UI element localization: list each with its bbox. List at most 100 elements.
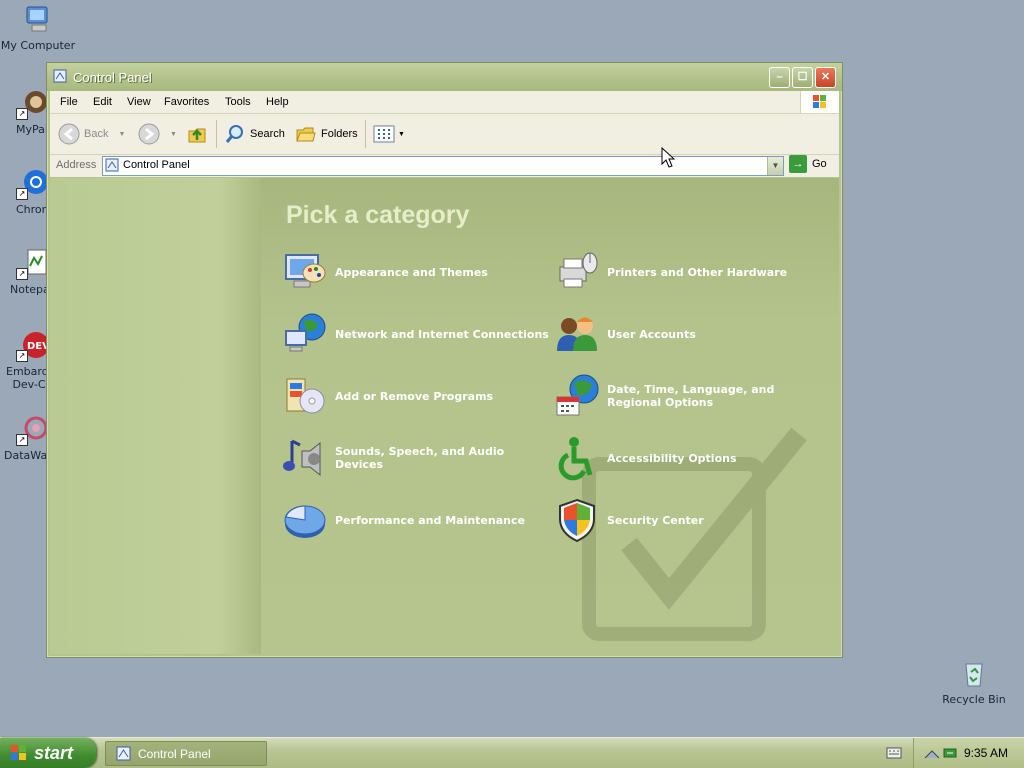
shortcut-arrow-icon: ↗ — [16, 108, 28, 120]
title-bar[interactable]: Control Panel – ☐ ✕ — [47, 63, 842, 91]
category-security-center[interactable]: Security Center — [554, 497, 824, 543]
control-panel-icon — [53, 69, 67, 83]
category-accessibility-options[interactable]: Accessibility Options — [554, 435, 824, 481]
category-add-remove-programs[interactable]: Add or Remove Programs — [282, 373, 552, 419]
views-button[interactable]: ▼ — [372, 123, 405, 145]
menu-view[interactable]: View — [127, 96, 151, 108]
back-dropdown-icon[interactable]: ▼ — [118, 131, 125, 138]
mouse-cursor-icon — [661, 147, 675, 168]
page-title: Pick a category — [286, 201, 470, 229]
category-appearance-themes[interactable]: Appearance and Themes — [282, 249, 552, 295]
minimize-button[interactable]: – — [769, 67, 790, 88]
performance-icon — [282, 497, 328, 543]
category-sounds-speech-audio[interactable]: Sounds, Speech, and Audio Devices — [282, 435, 552, 481]
category-label: Performance and Maintenance — [335, 513, 525, 527]
toolbar: Back ▼ ▼ Search Folders ▼ — [50, 114, 839, 155]
desktop-icon-my-computer[interactable]: My Computer — [0, 4, 76, 52]
up-folder-button[interactable] — [186, 123, 208, 145]
address-label: Address — [56, 159, 97, 171]
desktop-icon-recycle-bin[interactable]: Recycle Bin — [936, 658, 1012, 706]
category-label: Accessibility Options — [607, 451, 737, 465]
category-date-time-language[interactable]: Date, Time, Language, and Regional Optio… — [554, 373, 824, 419]
toolbar-separator — [216, 120, 217, 148]
taskbar-item-control-panel[interactable]: Control Panel — [105, 741, 267, 766]
windows-flag-icon — [11, 745, 26, 760]
menu-file[interactable]: File — [60, 96, 78, 108]
shortcut-arrow-icon: ↗ — [16, 350, 28, 362]
up-folder-icon — [188, 128, 206, 143]
go-label: Go — [812, 158, 827, 170]
devcpp-icon: DEV ↗ — [16, 330, 50, 362]
appearance-icon — [282, 249, 328, 295]
back-arrow-icon — [58, 123, 80, 145]
datawag-icon: ↗ — [16, 414, 48, 446]
programs-icon — [282, 373, 328, 419]
taskbar-item-label: Control Panel — [138, 746, 211, 761]
category-label: Date, Time, Language, and Regional Optio… — [607, 383, 775, 409]
desktop-icon-label: Recycle Bin — [942, 693, 1006, 706]
back-label: Back — [84, 128, 109, 140]
search-icon — [225, 125, 243, 143]
windows-logo-icon — [800, 91, 839, 113]
printer-icon — [554, 249, 600, 295]
go-button[interactable]: → Go — [789, 155, 827, 173]
control-panel-icon — [116, 746, 131, 760]
menu-bar: File Edit View Favorites Tools Help — [50, 91, 839, 114]
address-value: Control Panel — [123, 159, 190, 171]
go-arrow-icon: → — [789, 155, 807, 173]
system-tray: 9:35 AM — [913, 738, 1024, 768]
category-printers-hardware[interactable]: Printers and Other Hardware — [554, 249, 824, 295]
accessibility-icon — [554, 435, 600, 481]
menu-tools[interactable]: Tools — [225, 96, 251, 108]
folders-label: Folders — [321, 128, 358, 140]
search-button[interactable]: Search — [224, 123, 285, 145]
shield-icon — [554, 497, 600, 543]
close-button[interactable]: ✕ — [815, 67, 836, 88]
category-label: Add or Remove Programs — [335, 389, 494, 403]
svg-text:DEV: DEV — [27, 341, 48, 352]
recycle-bin-icon — [958, 658, 990, 690]
category-label: Printers and Other Hardware — [607, 265, 788, 279]
views-icon — [373, 125, 395, 143]
category-performance-maintenance[interactable]: Performance and Maintenance — [282, 497, 552, 543]
forward-dropdown-icon[interactable]: ▼ — [170, 131, 177, 138]
forward-button[interactable]: ▼ — [138, 123, 177, 145]
maximize-button[interactable]: ☐ — [792, 67, 813, 88]
users-icon — [554, 311, 600, 357]
desktop-icon-label: Embarca Dev-C — [6, 365, 55, 391]
keyboard-icon[interactable] — [886, 746, 902, 760]
network-tray-icon[interactable] — [924, 746, 940, 760]
category-user-accounts[interactable]: User Accounts — [554, 311, 824, 357]
category-label: Security Center — [607, 513, 704, 527]
control-panel-icon — [105, 158, 119, 172]
start-label: start — [34, 742, 74, 763]
category-network-internet[interactable]: Network and Internet Connections — [282, 311, 552, 357]
notepad-icon: ↗ — [16, 248, 48, 280]
menu-favorites[interactable]: Favorites — [164, 96, 209, 108]
category-label: Sounds, Speech, and Audio Devices — [335, 445, 505, 471]
address-dropdown-icon[interactable]: ▼ — [767, 157, 783, 175]
shortcut-arrow-icon: ↗ — [16, 268, 28, 280]
address-field[interactable]: Control Panel ▼ — [102, 156, 784, 176]
shortcut-arrow-icon: ↗ — [16, 434, 28, 446]
start-button[interactable]: start — [0, 738, 96, 768]
folders-button[interactable]: Folders — [295, 123, 358, 145]
category-label: Network and Internet Connections — [335, 327, 549, 341]
search-label: Search — [250, 128, 285, 140]
menu-help[interactable]: Help — [266, 96, 289, 108]
control-panel-window: Control Panel – ☐ ✕ File Edit View Favor… — [46, 62, 843, 658]
window-title: Control Panel — [73, 70, 152, 85]
views-dropdown-icon[interactable]: ▼ — [398, 131, 405, 138]
shortcut-arrow-icon: ↗ — [16, 188, 28, 200]
category-label: Appearance and Themes — [335, 265, 488, 279]
folders-icon — [296, 127, 316, 142]
globe-calendar-icon — [554, 373, 600, 419]
taskbar: start Control Panel 9:35 AM — [0, 737, 1024, 768]
safely-remove-icon[interactable] — [942, 745, 958, 761]
back-button[interactable]: Back ▼ — [58, 123, 125, 145]
content-area: Pick a category Appearance and Themes Pr… — [50, 178, 839, 654]
chrome-icon: ↗ — [16, 168, 48, 200]
network-icon — [282, 311, 328, 357]
clock: 9:35 AM — [963, 746, 1008, 760]
menu-edit[interactable]: Edit — [93, 96, 112, 108]
